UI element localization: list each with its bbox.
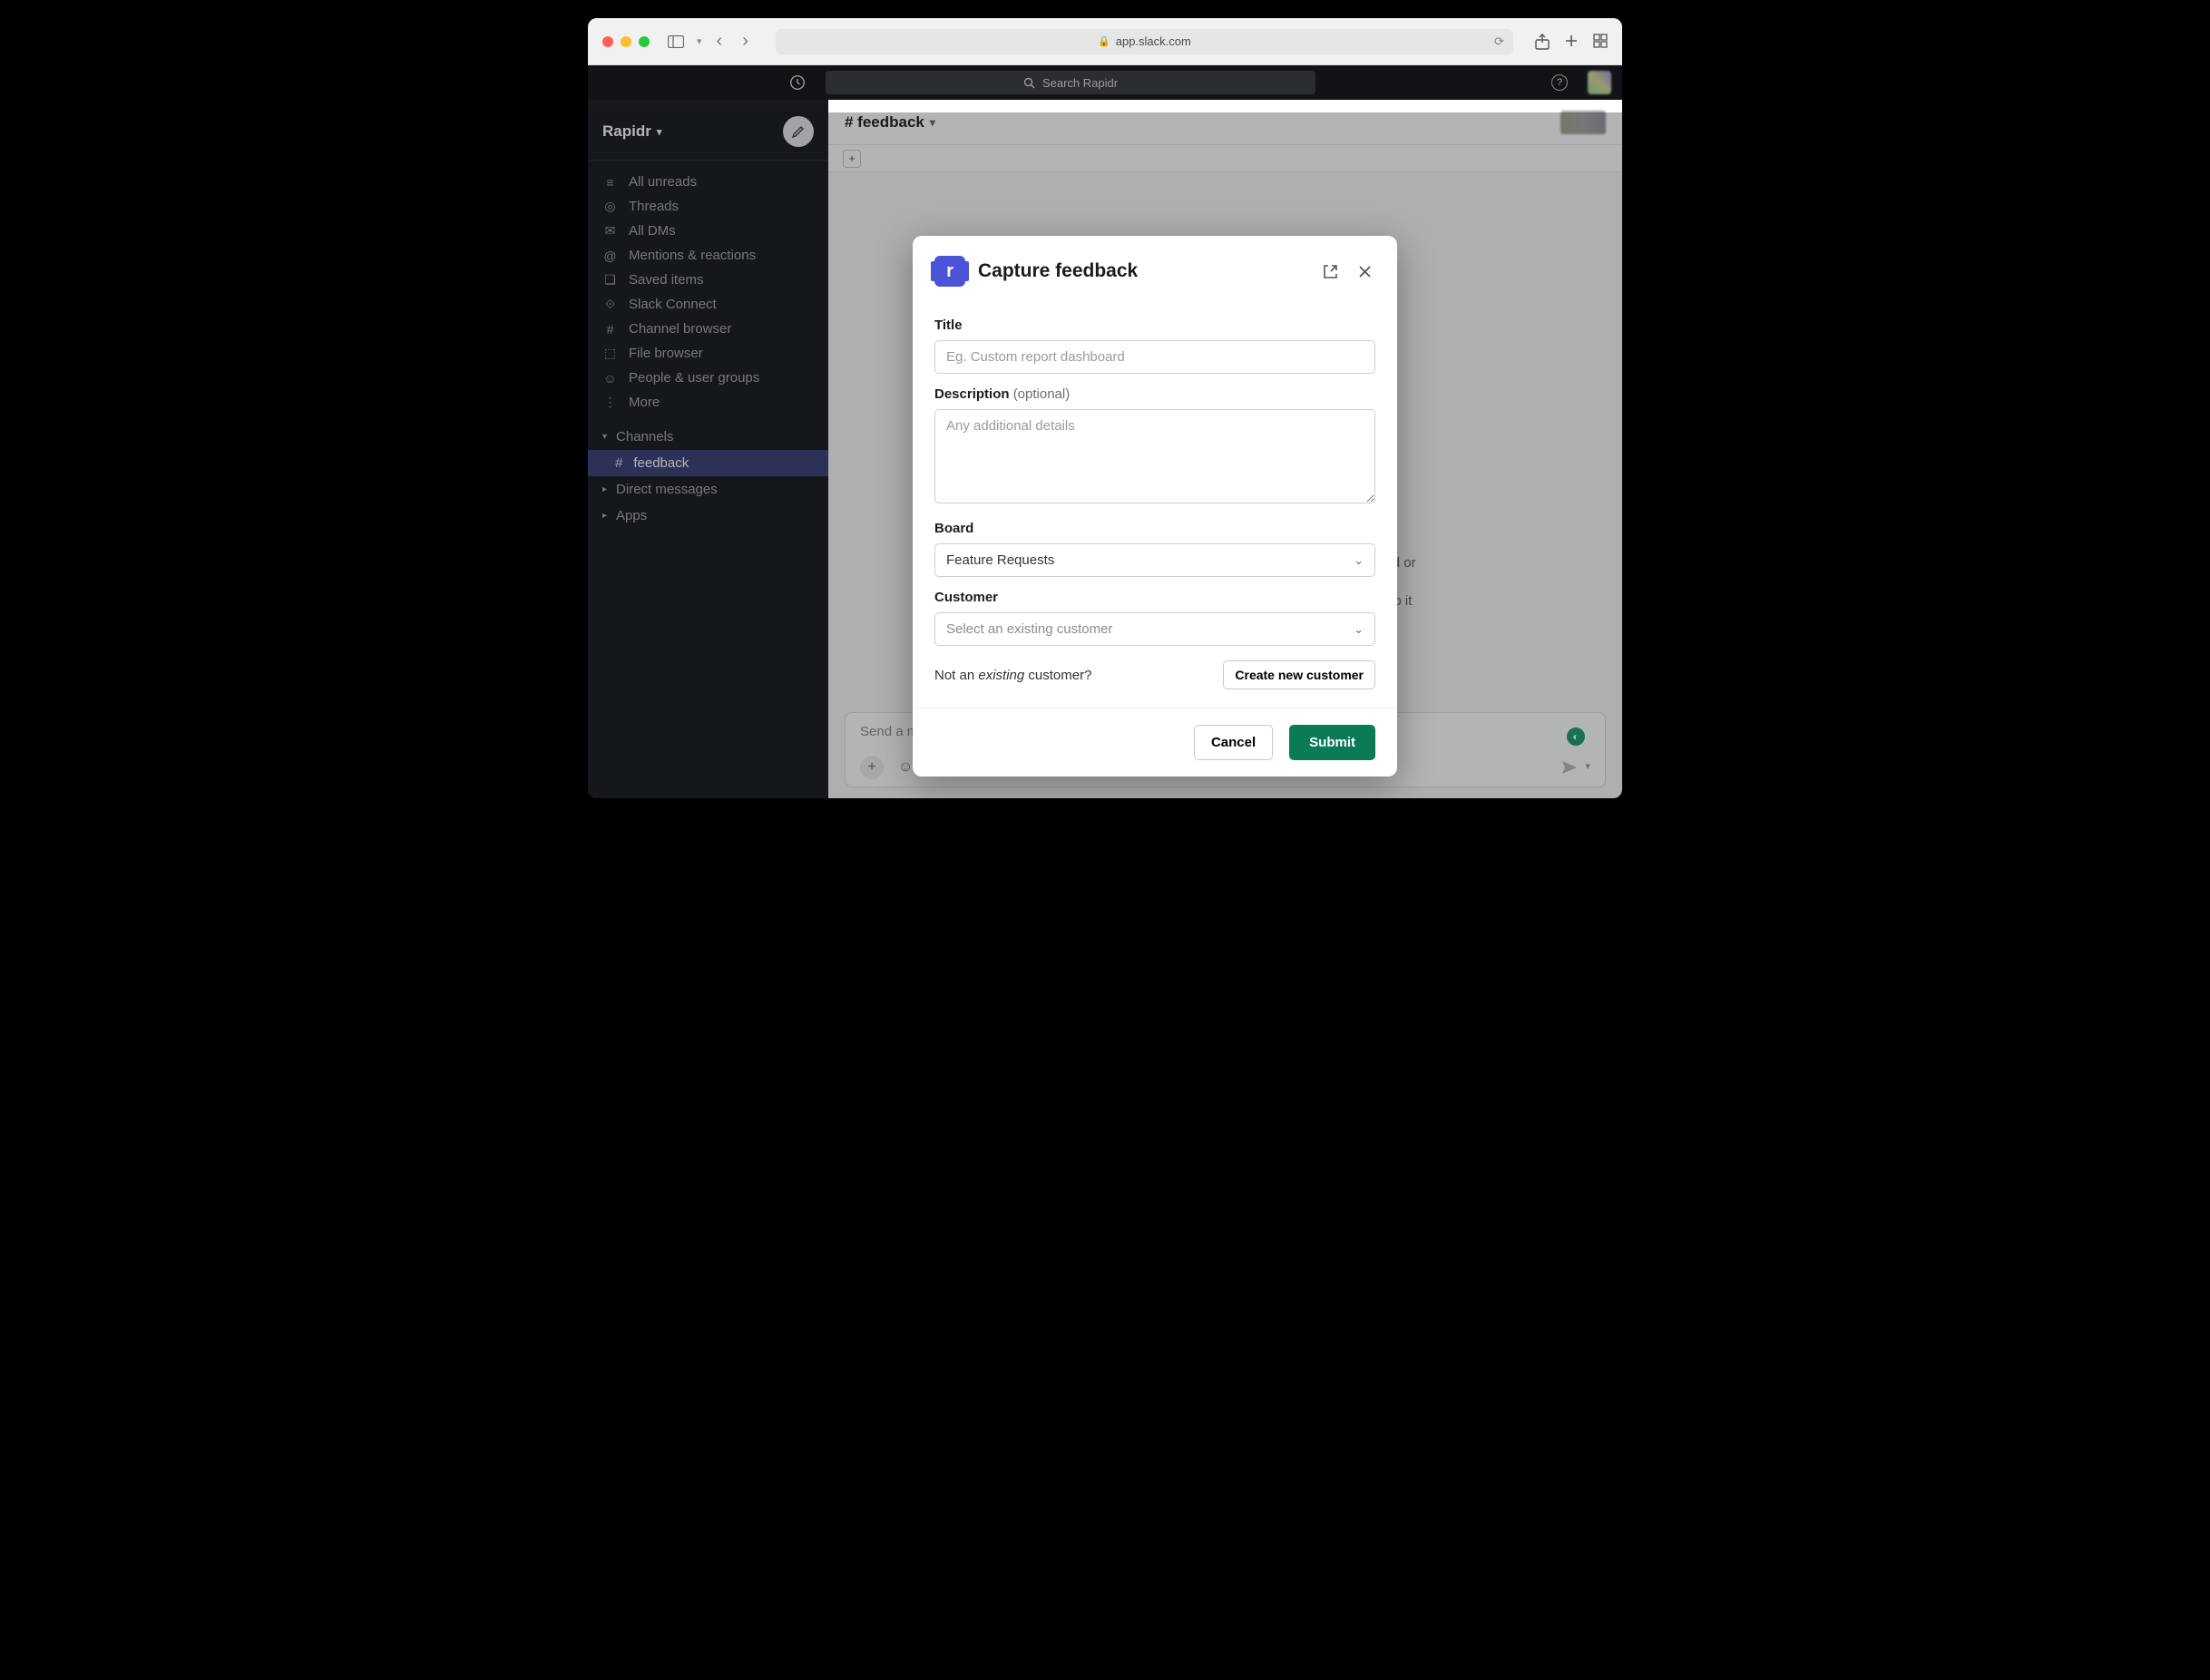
url-text: app.slack.com [1116, 34, 1191, 48]
slack-topbar: Search Rapidr ? [588, 65, 1622, 100]
create-customer-button[interactable]: Create new customer [1223, 660, 1375, 689]
lock-icon: 🔒 [1098, 35, 1110, 47]
title-label: Title [934, 317, 1375, 333]
share-icon[interactable] [1535, 34, 1550, 50]
title-input[interactable] [934, 340, 1375, 374]
cancel-button[interactable]: Cancel [1194, 725, 1273, 760]
description-label: Description (optional) [934, 386, 1375, 402]
new-customer-row: Not an existing customer? Create new cus… [934, 660, 1375, 689]
tabs-grid-icon[interactable] [1593, 34, 1608, 50]
modal-header: r Capture feedback [913, 236, 1397, 296]
submit-button[interactable]: Submit [1289, 725, 1375, 760]
not-existing-text: Not an existing customer? [934, 668, 1091, 683]
optional-text: (optional) [1013, 386, 1071, 402]
window-controls [602, 36, 650, 47]
nav-back-button[interactable]: ‹ [711, 27, 729, 55]
browser-titlebar: ▾ ‹ › 🔒 app.slack.com ⟳ [588, 18, 1622, 65]
open-external-icon[interactable] [1319, 260, 1342, 283]
help-icon[interactable]: ? [1551, 74, 1568, 91]
browser-right-tools [1535, 34, 1608, 50]
board-label: Board [934, 521, 1375, 536]
browser-window: ▾ ‹ › 🔒 app.slack.com ⟳ [588, 18, 1622, 798]
refresh-icon[interactable]: ⟳ [1494, 34, 1504, 49]
text-em: existing [978, 668, 1024, 683]
search-placeholder: Search Rapidr [1042, 76, 1118, 90]
close-window-button[interactable] [602, 36, 613, 47]
app-icon-letter: r [946, 261, 953, 282]
minimize-window-button[interactable] [621, 36, 631, 47]
modal-footer: Cancel Submit [913, 708, 1397, 777]
search-icon [1023, 77, 1035, 89]
new-tab-icon[interactable] [1564, 34, 1579, 50]
fullscreen-window-button[interactable] [639, 36, 650, 47]
customer-placeholder: Select an existing customer [946, 621, 1112, 637]
customer-label: Customer [934, 590, 1375, 605]
text: Not an [934, 668, 978, 683]
chevron-down-icon[interactable]: ▾ [697, 35, 702, 47]
text: customer? [1024, 668, 1091, 683]
modal-body: Title Description (optional) Board Featu… [913, 296, 1397, 708]
rapidr-app-icon: r [934, 256, 965, 287]
board-value: Feature Requests [946, 552, 1054, 568]
close-icon[interactable] [1354, 261, 1375, 282]
slack-search[interactable]: Search Rapidr [826, 71, 1315, 94]
capture-feedback-modal: r Capture feedback Title Description (op… [913, 236, 1397, 777]
modal-title: Capture feedback [978, 260, 1306, 282]
board-select[interactable]: Feature Requests ⌄ [934, 543, 1375, 577]
chevron-down-icon: ⌄ [1354, 622, 1364, 637]
label-text: Description [934, 386, 1010, 402]
nav-forward-button[interactable]: › [737, 27, 754, 55]
customer-select[interactable]: Select an existing customer ⌄ [934, 612, 1375, 646]
history-icon[interactable] [789, 74, 806, 91]
description-input[interactable] [934, 409, 1375, 503]
url-bar[interactable]: 🔒 app.slack.com ⟳ [776, 29, 1513, 54]
chevron-down-icon: ⌄ [1354, 553, 1364, 568]
slack-app: Search Rapidr ? Rapidr ▾ ≡All unreads [588, 65, 1622, 798]
sidebar-toggle-icon[interactable] [664, 32, 688, 52]
user-avatar[interactable] [1588, 71, 1611, 94]
